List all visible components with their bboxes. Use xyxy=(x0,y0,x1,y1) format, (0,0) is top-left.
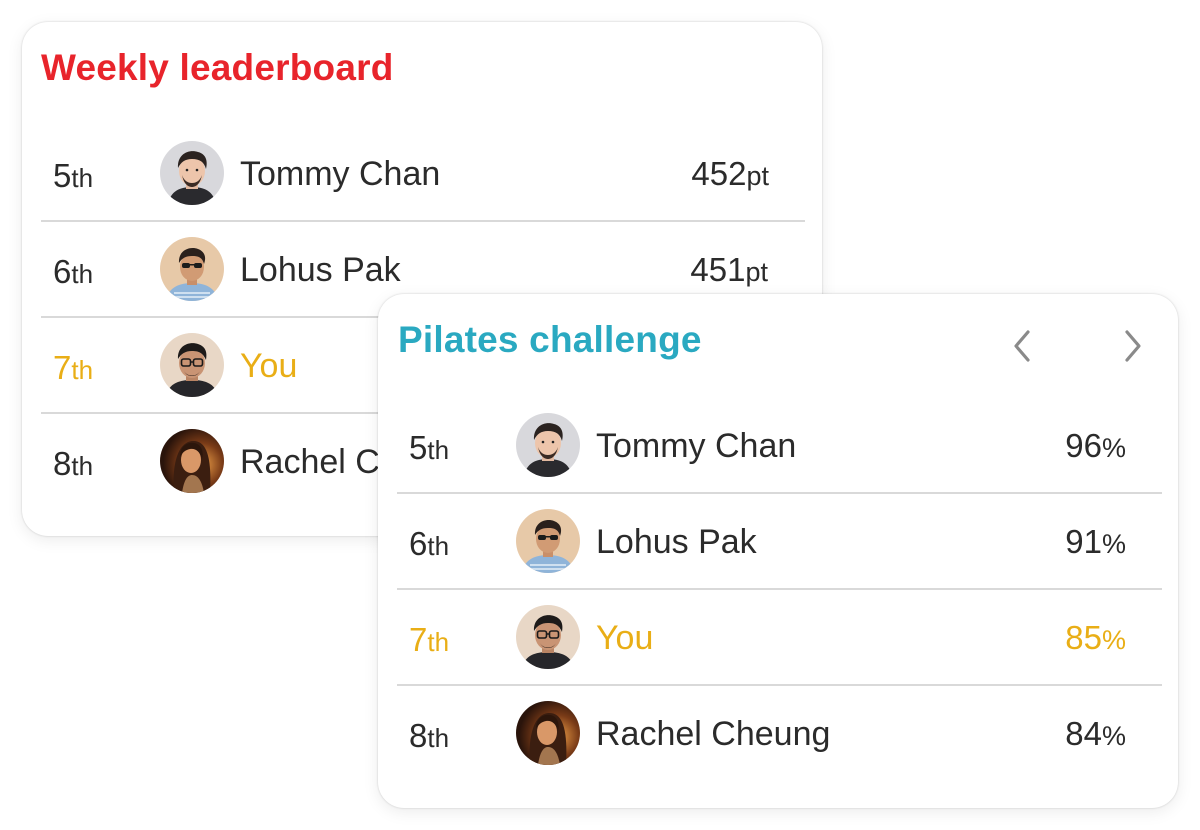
player-name: Tommy Chan xyxy=(596,427,797,465)
rank-label: 7th xyxy=(53,349,94,386)
player-score: 451pt xyxy=(690,251,768,288)
you-avatar xyxy=(160,333,224,397)
rachel-avatar xyxy=(160,429,224,493)
you-avatar xyxy=(516,605,580,669)
lohus-avatar xyxy=(516,509,580,573)
rachel-avatar xyxy=(516,701,580,765)
leaderboard-row-current-user[interactable]: 7th You 85% xyxy=(397,590,1162,686)
previous-challenge-button[interactable] xyxy=(1006,328,1038,364)
player-score: 96% xyxy=(1065,427,1126,464)
rank-label: 7th xyxy=(409,621,450,658)
rank-label: 8th xyxy=(409,717,450,754)
player-name: Lohus Pak xyxy=(240,251,401,289)
player-name: Rachel Cheung xyxy=(596,715,831,753)
rank-label: 6th xyxy=(409,525,450,562)
tommy-avatar xyxy=(160,141,224,205)
chevron-right-icon xyxy=(1125,330,1141,362)
rank-label: 6th xyxy=(53,253,94,290)
player-score: 85% xyxy=(1065,619,1126,656)
leaderboard-row[interactable]: 8th Rachel Cheung 84% xyxy=(397,686,1162,782)
leaderboard-row[interactable]: 5th Tommy Chan 96% xyxy=(397,398,1162,494)
weekly-leaderboard-title: Weekly leaderboard xyxy=(41,47,394,88)
player-name: Lohus Pak xyxy=(596,523,757,561)
rank-label: 5th xyxy=(53,157,94,194)
pilates-challenge-list: 5th Tommy Chan 96% 6th Lohus Pak 91% 7th… xyxy=(397,398,1162,782)
tommy-avatar xyxy=(516,413,580,477)
next-challenge-button[interactable] xyxy=(1117,328,1149,364)
player-score: 84% xyxy=(1065,715,1126,752)
player-name: You xyxy=(240,347,298,385)
player-score: 452pt xyxy=(691,155,769,192)
leaderboard-row[interactable]: 5th Tommy Chan 452pt xyxy=(41,126,805,222)
pilates-challenge-title: Pilates challenge xyxy=(398,319,702,360)
player-score: 91% xyxy=(1065,523,1126,560)
lohus-avatar xyxy=(160,237,224,301)
pilates-challenge-card: Pilates challenge 5th Tommy Chan 96% 6th… xyxy=(378,294,1178,808)
rank-label: 5th xyxy=(409,429,450,466)
rank-label: 8th xyxy=(53,445,94,482)
leaderboard-row[interactable]: 6th Lohus Pak 91% xyxy=(397,494,1162,590)
player-name: Tommy Chan xyxy=(240,155,441,193)
player-name: You xyxy=(596,619,654,657)
chevron-left-icon xyxy=(1014,330,1030,362)
player-name: Rachel C xyxy=(240,443,380,481)
